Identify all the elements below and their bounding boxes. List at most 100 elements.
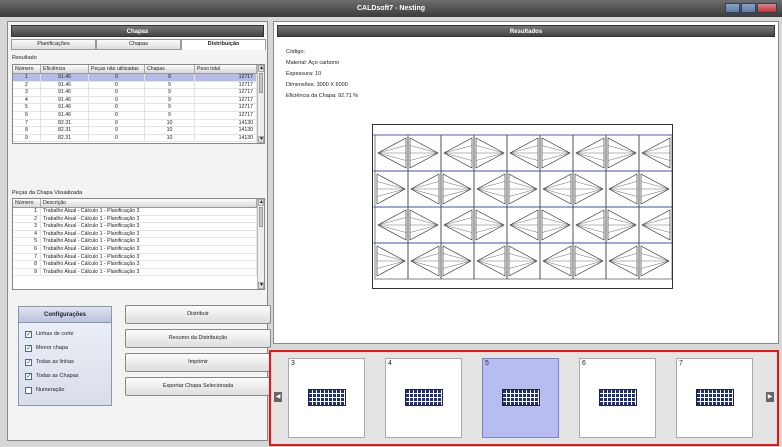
part-detail-line — [509, 152, 539, 161]
table-cell: 7 — [13, 119, 41, 127]
distribute-button[interactable]: Distribuir — [125, 305, 271, 324]
pieces-scrollbar[interactable]: ▲ ▼ — [257, 199, 264, 289]
config-option[interactable]: Todas as Chapas — [19, 369, 111, 383]
pieces-table[interactable]: Número Descrição 1 Trabalho Atual - Cálcu… — [12, 198, 265, 290]
col-header-chapas[interactable]: Chapas — [145, 65, 195, 73]
list-item[interactable]: 9 Trabalho Atual - Cálculo 1 - Planificaç… — [13, 268, 264, 277]
thumbnail-number: 6 — [582, 360, 586, 367]
col-header-peso[interactable]: Peso total — [195, 65, 257, 73]
list-item[interactable]: 8 Trabalho Atual - Cálculo 1 - Planificaç… — [13, 261, 264, 269]
table-cell: 0 — [89, 89, 145, 96]
config-option[interactable]: Todas as linhas — [19, 355, 111, 369]
nesting-sheet-preview[interactable] — [372, 124, 673, 289]
part-detail-line — [508, 260, 538, 269]
results-table[interactable]: Número Eficiência Peças não utilizadas C… — [12, 64, 265, 144]
maximize-button[interactable] — [741, 3, 756, 13]
checkbox[interactable] — [25, 344, 32, 352]
part-detail-line — [608, 181, 638, 190]
sheet-thumbnail[interactable]: 3 — [288, 358, 365, 438]
sheet-thumbnail[interactable]: 7 — [676, 358, 753, 438]
part-detail-line — [410, 188, 440, 197]
tab-chapas[interactable]: Chapas — [96, 39, 181, 50]
nesting-sheet-drawing — [373, 134, 673, 280]
table-cell: 6 — [13, 111, 41, 119]
window-title: CALDsoft7 - Nesting — [356, 5, 426, 12]
table-cell: 12717 — [195, 89, 257, 96]
list-item[interactable]: 6 Trabalho Atual - Cálculo 1 - Planificaç… — [13, 245, 264, 254]
col-header-numero[interactable]: Número — [13, 65, 41, 73]
config-option[interactable]: Linhas de corte — [19, 327, 111, 341]
part-detail-line — [475, 224, 505, 233]
part-detail-line — [508, 253, 538, 262]
table-cell: 91.46 — [41, 89, 89, 96]
close-button[interactable] — [757, 3, 777, 13]
table-row[interactable]: 9 82.31 0 10 14130 — [13, 134, 264, 143]
material-label: Material: Aço carbono — [286, 60, 340, 66]
piece-description: Trabalho Atual - Cálculo 1 - Planificaçã… — [41, 215, 257, 223]
part-detail-line — [574, 188, 604, 197]
sheet-thumbnail[interactable]: 5 — [482, 358, 559, 438]
pieces-label: Peças da Chapa Visualizada — [12, 190, 83, 196]
part-detail-line — [410, 260, 440, 269]
table-cell: 91.46 — [41, 104, 89, 111]
thumbnail-preview — [696, 389, 734, 406]
part-detail-line — [443, 217, 473, 226]
list-item[interactable]: 1 Trabalho Atual - Cálculo 1 - Planificaç… — [13, 208, 264, 216]
list-item[interactable]: 5 Trabalho Atual - Cálculo 1 - Planificaç… — [13, 238, 264, 246]
config-option[interactable]: Menor chapa — [19, 341, 111, 355]
print-button[interactable]: Imprimir — [125, 353, 271, 372]
list-item[interactable]: 2 Trabalho Atual - Cálculo 1 - Planificaç… — [13, 215, 264, 224]
table-cell: 14130 — [195, 119, 257, 127]
table-row[interactable]: 4 91.46 0 9 12717 — [13, 96, 264, 105]
summary-button[interactable]: Resumo da Distribuição — [125, 329, 271, 348]
checkbox[interactable] — [25, 372, 32, 380]
table-cell: 0 — [89, 119, 145, 127]
part-detail-line — [376, 253, 406, 262]
table-row[interactable]: 1 91.46 0 9 12717 — [13, 74, 264, 82]
col-header-eficiencia[interactable]: Eficiência — [41, 65, 89, 73]
config-option-label: Todas as Chapas — [36, 373, 79, 379]
table-cell: 82.31 — [41, 119, 89, 127]
export-button[interactable]: Exportar Chapa Selecionada — [125, 377, 271, 396]
table-row[interactable]: 5 91.46 0 9 12717 — [13, 104, 264, 112]
minimize-button[interactable] — [725, 3, 740, 13]
checkbox[interactable] — [25, 330, 32, 338]
sheet-thumbnail[interactable]: 4 — [385, 358, 462, 438]
table-cell: 91.46 — [41, 96, 89, 104]
table-cell: 2 — [13, 81, 41, 89]
table-cell: 0 — [89, 74, 145, 81]
results-label: Resultado — [12, 55, 37, 61]
list-item[interactable]: 7 Trabalho Atual - Cálculo 1 - Planificaç… — [13, 253, 264, 262]
table-cell: 0 — [89, 111, 145, 119]
col-header-descricao[interactable]: Descrição — [41, 199, 257, 207]
part-detail-line — [442, 188, 472, 197]
thumbnail-preview — [405, 389, 443, 406]
config-option-label: Todas as linhas — [36, 359, 74, 365]
table-row[interactable]: 6 91.46 0 9 12717 — [13, 111, 264, 120]
checkbox[interactable] — [25, 358, 32, 366]
part-detail-line — [409, 145, 439, 154]
sheet-thumbnail[interactable]: 6 — [579, 358, 656, 438]
table-row[interactable]: 2 91.46 0 9 12717 — [13, 81, 264, 90]
part-detail-line — [475, 152, 505, 161]
part-detail-line — [476, 181, 506, 190]
config-option[interactable]: Numeração — [19, 383, 111, 397]
part-detail-line — [607, 224, 637, 233]
col-header-numero[interactable]: Número — [13, 199, 41, 207]
col-header-pecas[interactable]: Peças não utilizadas — [89, 65, 145, 73]
table-row[interactable]: 7 82.31 0 10 14130 — [13, 119, 264, 128]
piece-description: Trabalho Atual - Cálculo 1 - Planificaçã… — [41, 230, 257, 238]
list-item[interactable]: 3 Trabalho Atual - Cálculo 1 - Planificaç… — [13, 223, 264, 231]
tab-planificacoes[interactable]: Planificações — [11, 39, 96, 50]
table-row[interactable]: 8 82.31 0 10 14130 — [13, 127, 264, 135]
table-cell: 82.31 — [41, 127, 89, 134]
arrow-right-icon[interactable]: ▶ — [766, 392, 774, 402]
results-scrollbar[interactable]: ▲ ▼ — [257, 65, 264, 143]
part-detail-line — [443, 152, 473, 161]
list-item[interactable]: 4 Trabalho Atual - Cálculo 1 - Planificaç… — [13, 230, 264, 239]
part-detail-line — [442, 260, 472, 269]
table-row[interactable]: 3 91.46 0 9 12717 — [13, 89, 264, 97]
tab-distribuicao[interactable]: Distribuição — [181, 39, 266, 50]
arrow-left-icon[interactable]: ◀ — [274, 392, 282, 402]
checkbox[interactable] — [25, 386, 32, 394]
